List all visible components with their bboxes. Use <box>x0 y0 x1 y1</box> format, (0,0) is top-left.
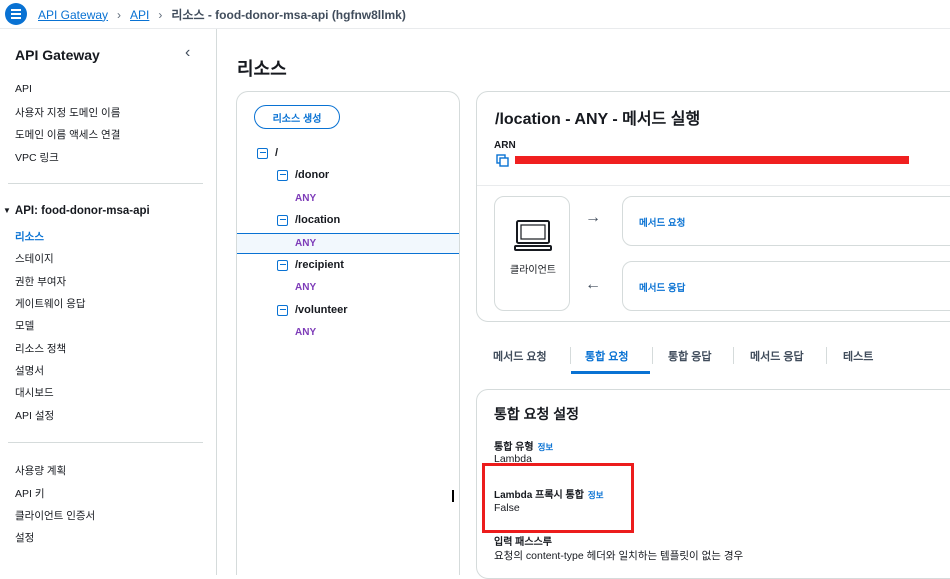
sidebar-item-usage-plans[interactable]: 사용량 계획 <box>15 463 66 478</box>
sidebar-item-models[interactable]: 모델 <box>15 318 34 333</box>
tree-node-location[interactable]: /location <box>277 214 340 226</box>
tab-active-indicator <box>571 371 650 374</box>
highlight-box <box>482 463 634 533</box>
tab-method-request[interactable]: 메서드 요청 <box>493 348 547 364</box>
info-link[interactable]: 정보 <box>538 442 554 452</box>
method-request-link[interactable]: 메서드 요청 <box>639 215 685 229</box>
tree-selected-row[interactable] <box>237 233 459 254</box>
method-response-link[interactable]: 메서드 응답 <box>639 280 685 294</box>
chevron-right-icon: › <box>158 7 163 22</box>
divider <box>477 185 950 186</box>
collapse-icon[interactable] <box>277 259 288 271</box>
top-breadcrumb-bar: API Gateway › API › 리소스 - food-donor-msa… <box>0 0 950 29</box>
method-execution-panel: /location - ANY - 메서드 실행 ARN 클라이언트 → ← 메… <box>476 91 950 322</box>
sidebar: API Gateway ‹ API 사용자 지정 도메인 이름 도메인 이름 액… <box>0 29 217 575</box>
tab-separator <box>733 347 734 364</box>
collapse-icon[interactable] <box>277 214 288 226</box>
sidebar-item-vpc-link[interactable]: VPC 링크 <box>15 150 59 165</box>
tree-node-root[interactable]: / <box>257 147 278 159</box>
collapse-icon[interactable] <box>277 304 288 316</box>
method-execution-title: /location - ANY - 메서드 실행 <box>495 111 701 128</box>
settings-title: 통합 요청 설정 <box>494 406 580 422</box>
sidebar-item-stages[interactable]: 스테이지 <box>15 251 54 266</box>
sidebar-item-dashboard[interactable]: 대시보드 <box>15 385 54 400</box>
integration-type-label: 통합 유형 정보 <box>494 438 553 453</box>
tree-node-label: /donor <box>295 169 330 181</box>
sidebar-item-custom-domain[interactable]: 사용자 지정 도메인 이름 <box>15 105 120 120</box>
sidebar-item-documentation[interactable]: 설명서 <box>15 363 44 378</box>
tree-method-volunteer-any[interactable]: ANY <box>295 327 316 338</box>
copy-icon[interactable] <box>496 154 509 167</box>
tree-node-label: / <box>275 147 279 159</box>
sidebar-item-settings[interactable]: 설정 <box>15 530 34 545</box>
tree-method-location-any[interactable]: ANY <box>295 238 316 249</box>
tree-method-donor-any[interactable]: ANY <box>295 193 316 204</box>
breadcrumb-api[interactable]: API <box>130 8 149 22</box>
tab-method-response[interactable]: 메서드 응답 <box>750 348 804 364</box>
field-label-text: 통합 유형 <box>494 442 534 453</box>
tab-integration-response[interactable]: 통합 응답 <box>668 348 712 364</box>
sidebar-item-api[interactable]: API <box>15 83 32 95</box>
sidebar-item-api-keys[interactable]: API 키 <box>15 486 45 501</box>
sidebar-divider <box>8 442 203 443</box>
method-request-box[interactable]: 메서드 요청 <box>622 196 950 246</box>
arrow-left-icon: ← <box>585 276 601 293</box>
sidebar-item-client-certs[interactable]: 클라이언트 인증서 <box>15 508 95 523</box>
sidebar-item-resource-policy[interactable]: 리소스 정책 <box>15 341 66 356</box>
menu-icon[interactable] <box>5 3 27 25</box>
sidebar-item-gateway-responses[interactable]: 게이트웨이 응답 <box>15 296 86 311</box>
passthrough-value: 요청의 content-type 헤더와 일치하는 템플릿이 없는 경우 <box>494 550 744 562</box>
caret-down-icon: ▼ <box>3 206 11 216</box>
tree-node-recipient[interactable]: /recipient <box>277 259 344 271</box>
breadcrumb-current: 리소스 - food-donor-msa-api (hgfnw8llmk) <box>171 8 406 22</box>
sidebar-item-resources[interactable]: 리소스 <box>15 229 44 244</box>
client-label: 클라이언트 <box>510 265 556 276</box>
sidebar-section-api[interactable]: ▼ API: food-donor-msa-api <box>3 205 150 217</box>
collapse-icon[interactable] <box>257 147 268 159</box>
tree-node-label: /recipient <box>295 259 344 271</box>
collapse-icon[interactable] <box>277 169 288 181</box>
text-cursor-icon <box>452 490 454 502</box>
passthrough-label: 입력 패스스루 <box>494 537 552 548</box>
sidebar-section-label: API: food-donor-msa-api <box>14 205 150 217</box>
arrow-right-icon: → <box>585 209 601 226</box>
breadcrumb: API Gateway › API › 리소스 - food-donor-msa… <box>38 0 406 29</box>
computer-icon <box>514 220 552 251</box>
page-title: 리소스 <box>237 59 287 79</box>
tree-method-recipient-any[interactable]: ANY <box>295 282 316 293</box>
create-resource-button[interactable]: 리소스 생성 <box>254 105 340 129</box>
sidebar-item-api-settings[interactable]: API 설정 <box>15 408 54 423</box>
tab-integration-request[interactable]: 통합 요청 <box>585 348 629 364</box>
method-response-box[interactable]: 메서드 응답 <box>622 261 950 311</box>
integration-tabs: 메서드 요청 통합 요청 통합 응답 메서드 응답 테스트 <box>476 340 950 374</box>
tree-node-label: /location <box>295 214 341 226</box>
sidebar-item-domain-access[interactable]: 도메인 이름 액세스 연결 <box>15 127 120 142</box>
resource-tree-panel: 리소스 생성 / /donor ANY /location ANY /recip… <box>236 91 460 575</box>
client-box: 클라이언트 <box>494 196 570 311</box>
tab-test[interactable]: 테스트 <box>843 348 873 364</box>
chevron-right-icon: › <box>117 7 122 22</box>
breadcrumb-api-gateway[interactable]: API Gateway <box>38 8 108 22</box>
sidebar-divider <box>8 183 203 184</box>
sidebar-item-authorizers[interactable]: 권한 부여자 <box>15 274 66 289</box>
arn-value-redacted <box>515 156 909 164</box>
tree-node-donor[interactable]: /donor <box>277 169 329 181</box>
tree-node-label: /volunteer <box>295 304 348 316</box>
chevron-left-icon[interactable]: ‹ <box>185 44 190 62</box>
tab-separator <box>652 347 653 364</box>
sidebar-title: API Gateway <box>15 47 100 63</box>
tab-separator <box>570 347 571 364</box>
tree-node-volunteer[interactable]: /volunteer <box>277 304 348 316</box>
tab-separator <box>826 347 827 364</box>
arn-label: ARN <box>494 140 516 151</box>
